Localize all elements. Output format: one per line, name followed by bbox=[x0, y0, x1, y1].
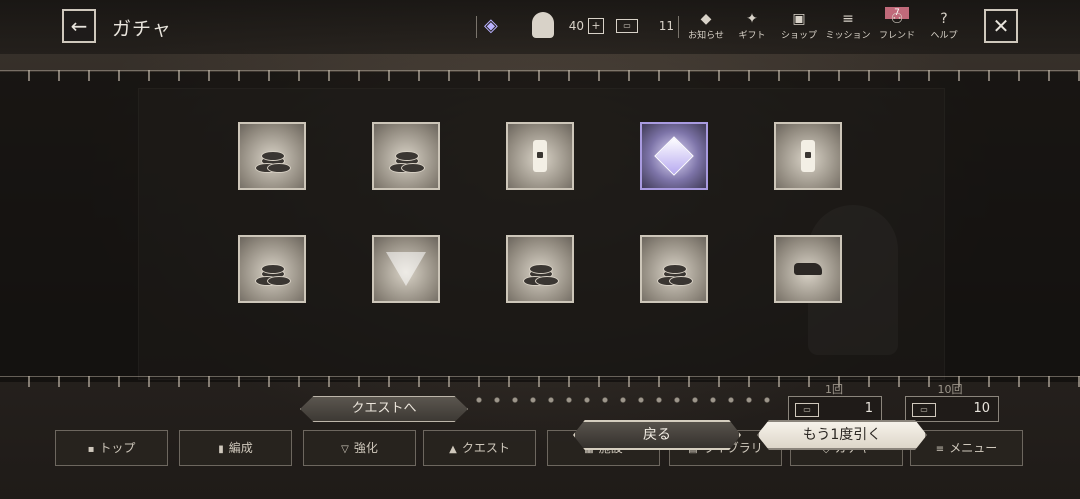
divider bbox=[476, 16, 477, 38]
gift-icon: ✦ bbox=[746, 11, 758, 27]
bottom-nav-top[interactable]: ▪ トップ bbox=[55, 430, 168, 466]
bottom-nav-formation[interactable]: ▮ 編成 bbox=[179, 430, 292, 466]
bottom-nav-enhance-label: 強化 bbox=[353, 441, 378, 455]
formation-icon: ▮ bbox=[218, 444, 224, 455]
divider bbox=[678, 16, 679, 38]
coins-icon bbox=[657, 252, 693, 286]
nav-gift[interactable]: ✦ ギフト bbox=[726, 10, 778, 41]
top-bar: ← ガチャ ◈ 40 + ▭ 11 ◆ お知らせ ✦ ギフト ▣ ショップ ≡ … bbox=[0, 0, 1080, 54]
result-item[interactable] bbox=[640, 122, 708, 190]
bottom-nav-menu[interactable]: ≡ メニュー bbox=[910, 430, 1023, 466]
quest-icon: ▲ bbox=[449, 444, 457, 455]
emblem-icon bbox=[386, 252, 426, 286]
multi-pull-label: 10回 bbox=[937, 383, 963, 396]
single-pull-cost-value: 1 bbox=[864, 401, 873, 416]
result-item[interactable] bbox=[774, 122, 842, 190]
bottom-nav-quest[interactable]: ▲ クエスト bbox=[423, 430, 536, 466]
key-item-icon bbox=[801, 140, 815, 172]
mission-icon: ≡ bbox=[842, 11, 854, 27]
coins-icon bbox=[523, 252, 559, 286]
ghost-stamina-icon bbox=[532, 12, 554, 38]
nav-friend-label: フレンド bbox=[878, 31, 915, 41]
result-item[interactable] bbox=[506, 235, 574, 303]
crystal-cube-icon bbox=[654, 136, 694, 176]
coins-icon bbox=[255, 252, 291, 286]
ornament-border-top bbox=[0, 70, 1080, 81]
ornament-border-bottom bbox=[0, 376, 1080, 387]
nav-gift-label: ギフト bbox=[738, 31, 766, 41]
add-stamina-button[interactable]: + bbox=[588, 18, 604, 34]
close-button[interactable]: ✕ bbox=[984, 9, 1018, 43]
gem-icon: ◈ bbox=[484, 15, 498, 36]
nav-mission[interactable]: ≡ ミッション bbox=[822, 10, 874, 41]
bottom-nav-enhance[interactable]: ▽ 強化 bbox=[303, 430, 416, 466]
result-item[interactable] bbox=[506, 122, 574, 190]
bottom-nav-top-label: トップ bbox=[99, 441, 136, 455]
bell-icon: ◆ bbox=[700, 11, 712, 27]
single-pull-cost: ▭ 1 bbox=[788, 396, 882, 422]
nav-news-label: お知らせ bbox=[688, 31, 724, 41]
multi-pull-cost: ▭ 10 bbox=[905, 396, 999, 422]
nav-help-label: ヘルプ bbox=[930, 31, 958, 41]
coins-icon bbox=[255, 139, 291, 173]
nav-shop-label: ショップ bbox=[780, 31, 817, 41]
ore-icon bbox=[794, 263, 822, 275]
friend-icon: ⚇ bbox=[890, 11, 904, 27]
result-item[interactable] bbox=[238, 235, 306, 303]
coins-icon bbox=[389, 139, 425, 173]
result-item[interactable] bbox=[372, 122, 440, 190]
bottom-nav-quest-label: クエスト bbox=[461, 441, 510, 455]
bottom-nav-formation-label: 編成 bbox=[228, 441, 253, 455]
bottom-nav-menu-label: メニュー bbox=[949, 441, 998, 455]
to-quest-button[interactable]: クエストへ bbox=[300, 396, 468, 422]
result-item[interactable] bbox=[774, 235, 842, 303]
multi-pull-cost-value: 10 bbox=[973, 401, 990, 416]
nav-mission-label: ミッション bbox=[825, 31, 871, 41]
single-pull-label: 1回 bbox=[825, 383, 843, 396]
return-button[interactable]: 戻る bbox=[573, 420, 741, 450]
ticket-count: 11 bbox=[658, 19, 674, 33]
result-item[interactable] bbox=[238, 122, 306, 190]
arrow-left-icon: ← bbox=[70, 14, 88, 38]
result-item[interactable] bbox=[640, 235, 708, 303]
decorative-dots bbox=[470, 395, 770, 405]
nav-friend[interactable]: ⚇ フレンド bbox=[871, 10, 923, 41]
ticket-icon: ▭ bbox=[795, 403, 819, 417]
stamina-value: 40 bbox=[568, 19, 584, 33]
pull-again-button[interactable]: もう1度引く bbox=[757, 420, 927, 450]
result-item[interactable] bbox=[372, 235, 440, 303]
menu-icon: ≡ bbox=[935, 444, 945, 455]
key-item-icon bbox=[533, 140, 547, 172]
crossed-swords-icon: ✕ bbox=[992, 14, 1010, 38]
nav-news[interactable]: ◆ お知らせ bbox=[680, 10, 732, 41]
home-icon: ▪ bbox=[87, 444, 95, 455]
back-button[interactable]: ← bbox=[62, 9, 96, 43]
enhance-icon: ▽ bbox=[341, 444, 349, 455]
nav-shop[interactable]: ▣ ショップ bbox=[773, 10, 825, 41]
page-title: ガチャ bbox=[112, 18, 172, 40]
ticket-icon: ▭ bbox=[912, 403, 936, 417]
shop-icon: ▣ bbox=[792, 11, 806, 27]
nav-help[interactable]: ? ヘルプ bbox=[918, 10, 970, 41]
ticket-icon: ▭ bbox=[616, 19, 638, 33]
gacha-result-overlay bbox=[0, 72, 1080, 382]
help-icon: ? bbox=[940, 11, 948, 27]
